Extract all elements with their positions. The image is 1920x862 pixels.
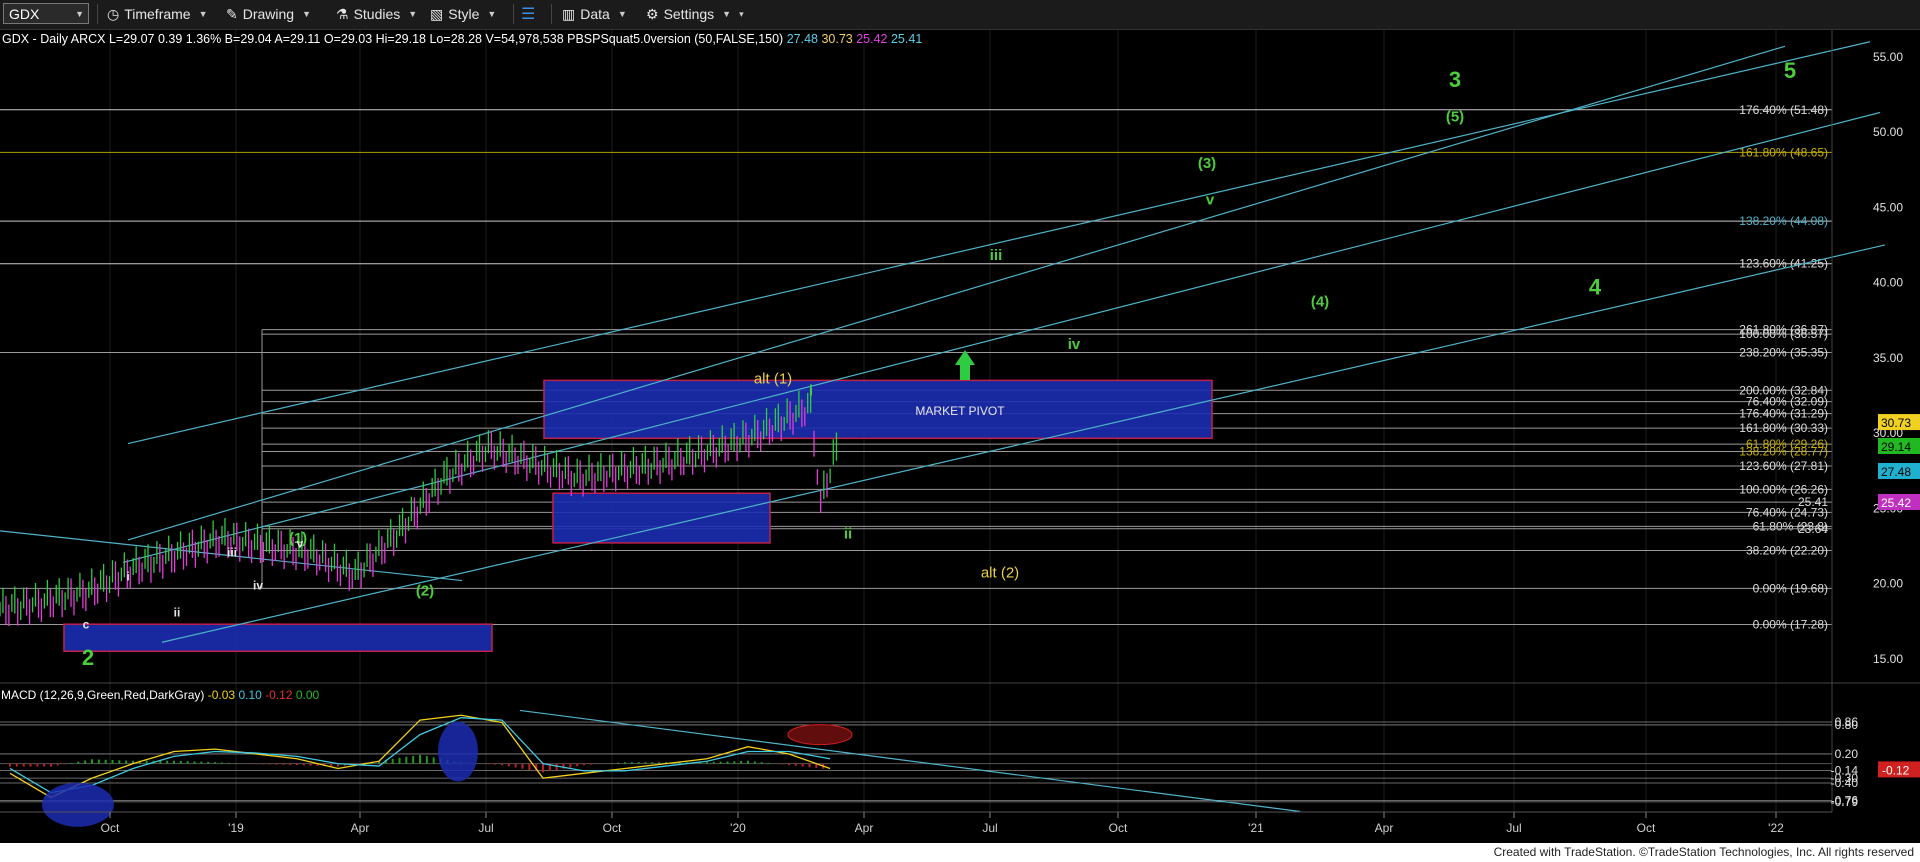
macd-panel: 0.860.800.20-0.14-0.30-0.40-0.76-0.79-0.… (0, 709, 1920, 827)
date-tick-label: '21 (1248, 821, 1264, 835)
wave-label: i (126, 570, 129, 584)
wave-label: c (83, 618, 90, 632)
macd-legend-value: 0.10 (238, 688, 265, 702)
wave-label: v (1206, 191, 1215, 208)
wave-label: (3) (1198, 155, 1216, 172)
price-tick-label: 55.00 (1873, 50, 1903, 64)
wave-label: iii (990, 247, 1003, 264)
fib-level-label: 138.20% (28.77) (1739, 445, 1828, 459)
chart-area[interactable]: 176.40% (51.48) 161.80% (48.65) 138.20% (4… (0, 0, 1920, 843)
date-axis: Oct '19 Apr Jul Oct '20 Apr Jul Oct '21 Apr Jul Oct '… (0, 811, 1832, 835)
price-tick-label: 20.00 (1873, 577, 1903, 591)
fib-level-label: 176.40% (51.48) (1739, 103, 1828, 117)
date-tick-label: Jul (1506, 821, 1521, 835)
fib-level-label: 38.20% (22.20) (1746, 543, 1828, 557)
fib-level-label: 161.80% (48.65) (1739, 145, 1828, 159)
macd-tick-label: 0.20 (1835, 747, 1859, 761)
trend-channel (0, 41, 1886, 643)
wave-label: alt (2) (981, 565, 1019, 582)
fib-level-label: 0.00% (19.68) (1753, 581, 1828, 595)
market-pivot-label: MARKET PIVOT (915, 404, 1005, 418)
date-tick-label: Jul (982, 821, 997, 835)
price-tag-label: 25.42 (1881, 496, 1911, 510)
macd-tick-label: -0.40 (1831, 776, 1859, 790)
up-arrow-icon (955, 350, 975, 380)
symbol-info-line: GDX - Daily ARCX L=29.07 0.39 1.36% B=29… (2, 32, 922, 46)
fib-level-label: 123.60% (27.81) (1739, 459, 1828, 473)
wave-label: 4 (1589, 275, 1602, 300)
price-tag-label: 29.14 (1881, 440, 1911, 454)
price-tick-label: 35.00 (1873, 351, 1903, 365)
price-axis: 15.0020.0025.0030.0035.0040.0045.0050.00… (1831, 30, 1920, 812)
wave-label: iv (253, 579, 263, 593)
fib-level-label: 161.80% (30.33) (1739, 421, 1828, 435)
date-tick-label: Apr (1375, 821, 1394, 835)
support-box (63, 623, 493, 653)
wave-label: (4) (1311, 294, 1329, 311)
wave-label: 3 (1449, 67, 1461, 92)
wave-label: 5 (1784, 58, 1796, 83)
price-tick-label: 40.00 (1873, 276, 1903, 290)
fib-level-label: 238.20% (35.35) (1739, 346, 1828, 360)
info-value: 25.42 (856, 32, 891, 46)
footer: Created with TradeStation. ©TradeStation… (0, 843, 1920, 862)
macd-tick-label: 0.80 (1835, 718, 1859, 732)
price-tag-label: 30.73 (1881, 416, 1911, 430)
fib-level-label: 138.20% (44.08) (1739, 214, 1828, 228)
date-tick-label: '22 (1768, 821, 1784, 835)
fib-level-label: 100.00% (36.57) (1739, 327, 1828, 341)
divergence-ellipse (438, 721, 478, 782)
date-tick-label: Oct (603, 821, 622, 835)
date-tick-label: Apr (855, 821, 874, 835)
wave-label: v (297, 536, 304, 550)
wave-label: (5) (1446, 109, 1464, 126)
info-value: GDX - Daily ARCX L=29.07 0.39 1.36% B=29… (2, 32, 787, 46)
wave-label: i (809, 382, 813, 399)
wave-label: 2 (82, 645, 94, 670)
macd-trend-line (519, 709, 1301, 813)
date-tick-label: Oct (1109, 821, 1128, 835)
price-tick-label: 15.00 (1873, 652, 1903, 666)
date-tick-label: Jul (478, 821, 493, 835)
date-tick-label: Apr (351, 821, 370, 835)
fib-level-label: 76.40% (24.73) (1746, 505, 1828, 519)
date-tick-label: '20 (730, 821, 746, 835)
macd-tick-label: -0.79 (1831, 795, 1859, 809)
date-tick-label: Oct (1637, 821, 1656, 835)
wave-label: ii (844, 525, 852, 542)
support-box (552, 492, 771, 544)
channel-line (122, 111, 1881, 564)
wave-label: iv (1068, 336, 1081, 353)
wave-label: alt (1) (754, 370, 792, 387)
macd-legend-value: -0.03 (208, 688, 239, 702)
price-tag-label: 27.48 (1881, 465, 1911, 479)
date-tick-label: Oct (101, 821, 120, 835)
copyright-text: Created with TradeStation. ©TradeStation… (1493, 845, 1914, 859)
fib-level-label: 23.64 (1798, 522, 1828, 536)
wave-label: iii (227, 545, 237, 559)
info-value: 27.48 (787, 32, 822, 46)
macd-legend-value: 0.00 (296, 688, 320, 702)
date-tick-label: '19 (228, 821, 244, 835)
macd-title-text: MACD (12,26,9,Green,Red,DarkGray) (1, 688, 208, 702)
market-pivot-box (543, 379, 1213, 440)
macd-legend: MACD (12,26,9,Green,Red,DarkGray) -0.03 … (1, 688, 320, 702)
info-value: 30.73 (821, 32, 856, 46)
price-tick-label: 45.00 (1873, 200, 1903, 214)
macd-tag-label: -0.12 (1882, 763, 1910, 777)
fib-level-label: 0.00% (17.28) (1753, 617, 1828, 631)
wave-labels: 53(5)(3)viii(4)4ivalt (1)iiialt (2)(1)vi… (82, 58, 1796, 670)
wave-label: ii (174, 606, 181, 620)
info-value: 25.41 (891, 32, 922, 46)
wave-label: (2) (416, 583, 434, 600)
price-tick-label: 50.00 (1873, 125, 1903, 139)
fib-level-label: 176.40% (31.29) (1739, 407, 1828, 421)
divergence-ellipse (787, 724, 853, 746)
macd-legend-value: -0.12 (265, 688, 296, 702)
